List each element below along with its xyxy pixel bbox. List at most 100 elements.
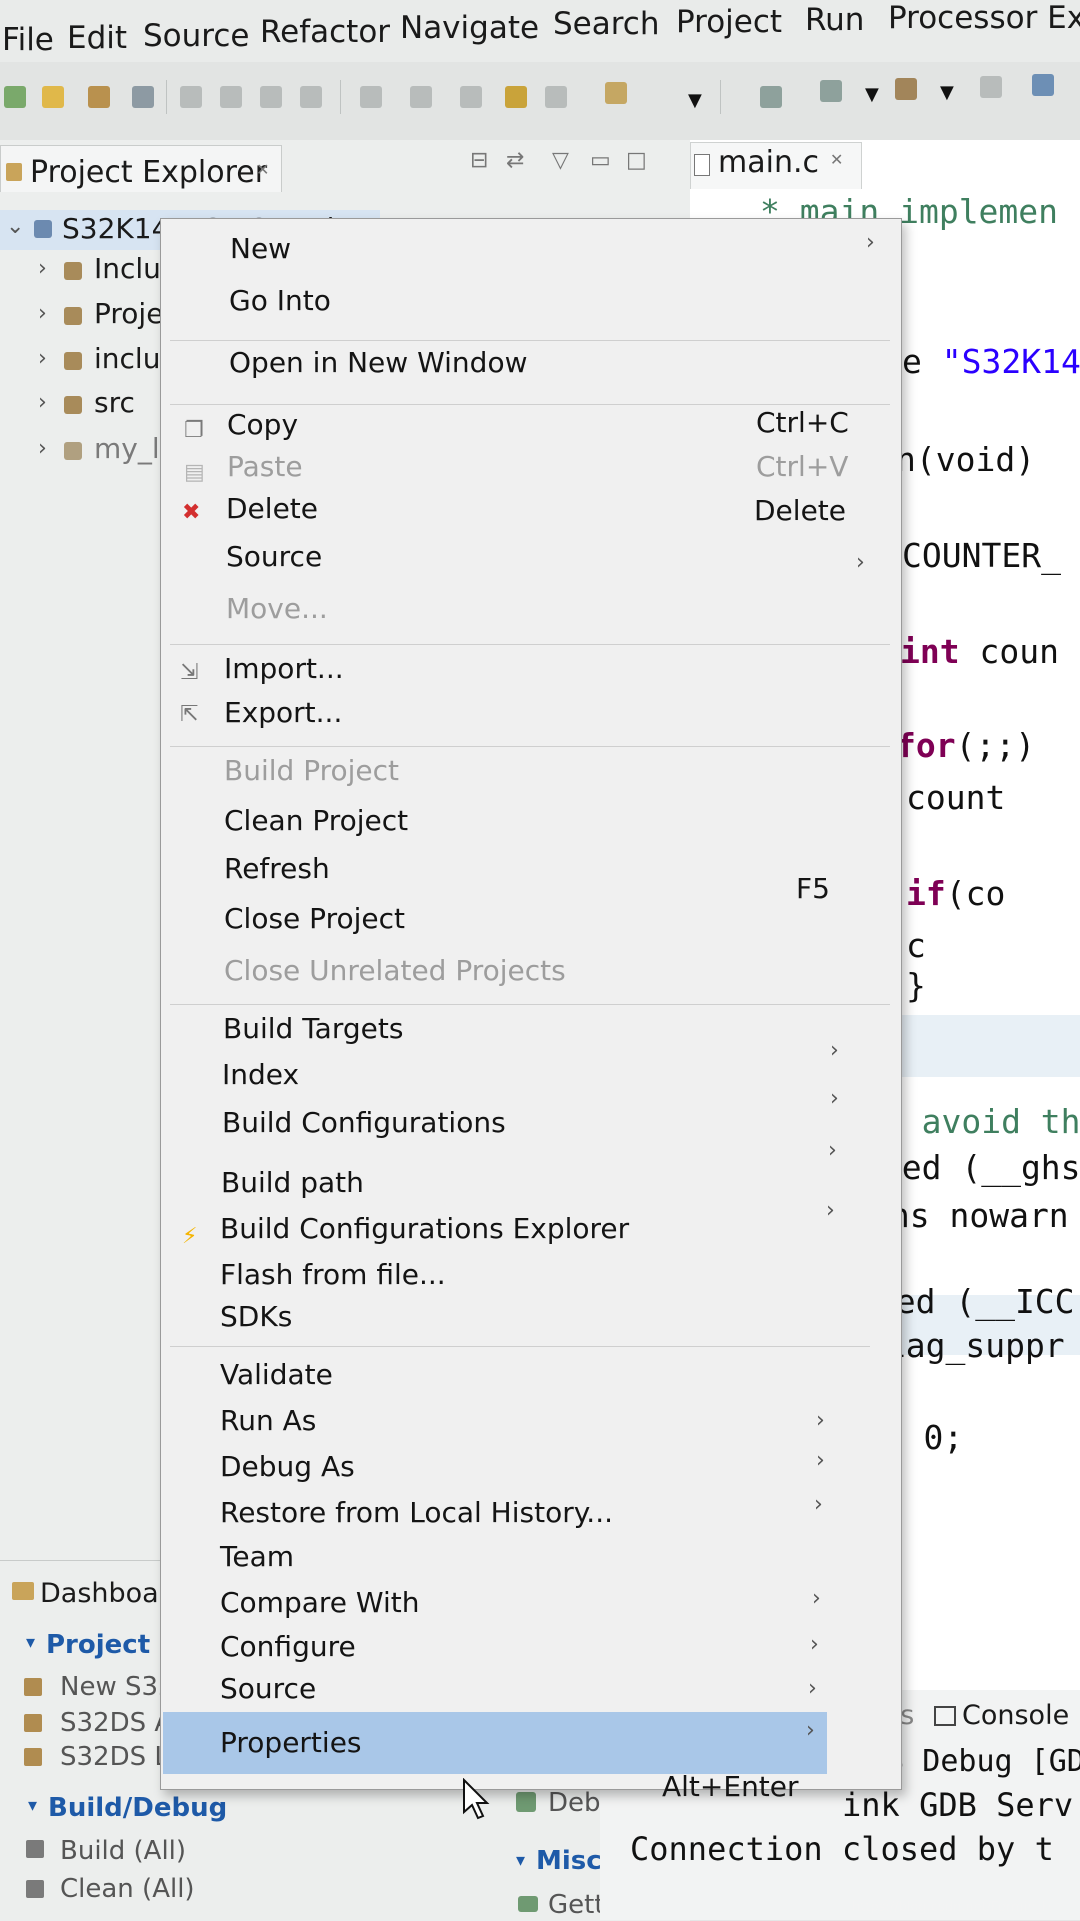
- view-menu-icon[interactable]: ▽: [552, 148, 569, 173]
- chevron-down-icon[interactable]: ▼: [940, 82, 954, 103]
- chevron-right-icon: ›: [830, 1038, 839, 1063]
- close-icon[interactable]: ✕: [830, 150, 843, 169]
- menu-file[interactable]: File: [2, 22, 54, 58]
- menu-item-restore-from-local-history[interactable]: Restore from Local History...: [220, 1496, 613, 1529]
- suspend-icon[interactable]: [300, 86, 322, 108]
- step-into-icon[interactable]: [460, 86, 482, 108]
- run-icon[interactable]: [180, 86, 202, 108]
- menu-item-go-into[interactable]: Go Into: [229, 284, 331, 317]
- build-config-icon[interactable]: [605, 82, 627, 104]
- menu-run[interactable]: Run: [805, 2, 864, 38]
- menu-item-open-in-new-window[interactable]: Open in New Window: [229, 346, 527, 379]
- code-token: coun: [959, 632, 1059, 671]
- step-return-icon[interactable]: [545, 86, 567, 108]
- minimize-icon[interactable]: ▭: [590, 148, 611, 173]
- chevron-right-icon: ›: [816, 1408, 825, 1433]
- debug-icon[interactable]: [760, 86, 782, 108]
- menu-item-sdks[interactable]: SDKs: [220, 1300, 292, 1333]
- new-wizard-icon[interactable]: [4, 86, 26, 108]
- menu-processor-expert[interactable]: Processor Ex: [888, 0, 1080, 36]
- menu-item-import[interactable]: Import...: [224, 652, 344, 685]
- menu-item-run-as[interactable]: Run As: [220, 1404, 316, 1437]
- chevron-down-icon[interactable]: ⌄: [6, 214, 24, 239]
- menu-item-delete[interactable]: Delete: [226, 492, 318, 525]
- build-icon[interactable]: [132, 86, 154, 108]
- chevron-down-icon[interactable]: ▾: [516, 1850, 525, 1871]
- menu-item-build-targets[interactable]: Build Targets: [223, 1012, 403, 1045]
- menu-source[interactable]: Source: [143, 18, 249, 54]
- chevron-down-icon[interactable]: ▾: [28, 1795, 37, 1816]
- menu-item-paste[interactable]: Paste: [227, 450, 303, 483]
- open-folder-icon[interactable]: [88, 86, 110, 108]
- dashboard-link[interactable]: Clean (All): [60, 1874, 195, 1904]
- project-icon: [24, 1678, 42, 1696]
- tree-item-label: src: [94, 386, 135, 419]
- project-creation-header[interactable]: Project C: [46, 1630, 178, 1660]
- dashboard-link[interactable]: New S32: [60, 1672, 175, 1702]
- step-icon[interactable]: [220, 86, 242, 108]
- chevron-down-icon[interactable]: ▼: [688, 90, 702, 111]
- chevron-right-icon[interactable]: ›: [38, 436, 47, 461]
- dashboard-link[interactable]: Build (All): [60, 1836, 186, 1866]
- dashboard-link[interactable]: S32DS A: [60, 1708, 172, 1738]
- code-line: int coun: [900, 632, 1059, 671]
- dashboard-tab[interactable]: Dashboar: [40, 1578, 170, 1609]
- menu-item-copy[interactable]: Copy: [227, 408, 298, 441]
- shortcut-properties: Alt+Enter: [662, 1770, 799, 1803]
- menu-item-close-project[interactable]: Close Project: [224, 902, 405, 935]
- maximize-icon[interactable]: □: [626, 148, 647, 173]
- link-editor-icon[interactable]: ⇄: [506, 148, 524, 173]
- debug-icon: [516, 1792, 536, 1812]
- code-token: e: [902, 342, 942, 381]
- menu-item-flash-from-file[interactable]: Flash from file...: [220, 1258, 446, 1291]
- menu-item-build-configurations-explorer[interactable]: Build Configurations Explorer: [220, 1212, 629, 1245]
- menu-item-build-path[interactable]: Build path: [221, 1166, 364, 1199]
- menu-item-validate[interactable]: Validate: [220, 1358, 333, 1391]
- perspective-icon[interactable]: [980, 76, 1002, 98]
- menu-item-build-project[interactable]: Build Project: [224, 754, 399, 787]
- menu-item-team[interactable]: Team: [220, 1540, 294, 1573]
- chevron-right-icon[interactable]: ›: [38, 346, 47, 371]
- menu-item-export[interactable]: Export...: [224, 696, 342, 729]
- terminate-icon[interactable]: [360, 86, 382, 108]
- menu-item-source[interactable]: Source: [226, 540, 322, 573]
- menu-search[interactable]: Search: [553, 6, 660, 42]
- menu-item-close-unrelated-projects[interactable]: Close Unrelated Projects: [224, 954, 566, 987]
- debug-config-icon[interactable]: [820, 80, 842, 102]
- menu-navigate[interactable]: Navigate: [400, 10, 539, 46]
- menu-item-refresh[interactable]: Refresh: [224, 852, 330, 885]
- menu-item-compare-with[interactable]: Compare With: [220, 1586, 420, 1619]
- menu-refactor[interactable]: Refactor: [260, 14, 390, 50]
- menu-item-move[interactable]: Move...: [226, 592, 328, 625]
- menu-project[interactable]: Project: [676, 4, 782, 40]
- shortcut-delete: Delete: [754, 494, 846, 527]
- chevron-right-icon[interactable]: ›: [38, 301, 47, 326]
- chevron-right-icon: ›: [866, 230, 875, 255]
- flash-icon[interactable]: [505, 86, 527, 108]
- menu-item-configure[interactable]: Configure: [220, 1630, 356, 1663]
- menu-item-properties[interactable]: Properties: [220, 1726, 362, 1759]
- chevron-right-icon[interactable]: ›: [38, 390, 47, 415]
- chevron-down-icon[interactable]: ▼: [865, 84, 879, 105]
- chevron-right-icon: ›: [810, 1632, 819, 1657]
- project-explorer-title[interactable]: Project Explorer: [30, 155, 267, 190]
- open-perspective-icon[interactable]: [1032, 74, 1054, 96]
- menu-item-new[interactable]: New: [230, 232, 291, 265]
- menu-item-build-configurations[interactable]: Build Configurations: [222, 1106, 506, 1139]
- debug-step-icon[interactable]: [260, 86, 282, 108]
- close-icon[interactable]: ✕: [256, 160, 269, 179]
- chevron-right-icon: ›: [828, 1138, 837, 1163]
- external-tools-icon[interactable]: [895, 78, 917, 100]
- menu-item-index[interactable]: Index: [222, 1058, 299, 1091]
- console-tab[interactable]: Console: [962, 1700, 1069, 1731]
- new-file-icon[interactable]: [42, 86, 64, 108]
- collapse-all-icon[interactable]: ⊟: [470, 148, 488, 173]
- build-debug-header[interactable]: Build/Debug: [48, 1793, 227, 1823]
- menu-item-source-2[interactable]: Source: [220, 1672, 316, 1705]
- menu-item-debug-as[interactable]: Debug As: [220, 1450, 355, 1483]
- menu-edit[interactable]: Edit: [67, 20, 127, 56]
- disconnect-icon[interactable]: [410, 86, 432, 108]
- menu-item-clean-project[interactable]: Clean Project: [224, 804, 408, 837]
- chevron-right-icon[interactable]: ›: [38, 256, 47, 281]
- chevron-down-icon[interactable]: ▾: [26, 1632, 35, 1653]
